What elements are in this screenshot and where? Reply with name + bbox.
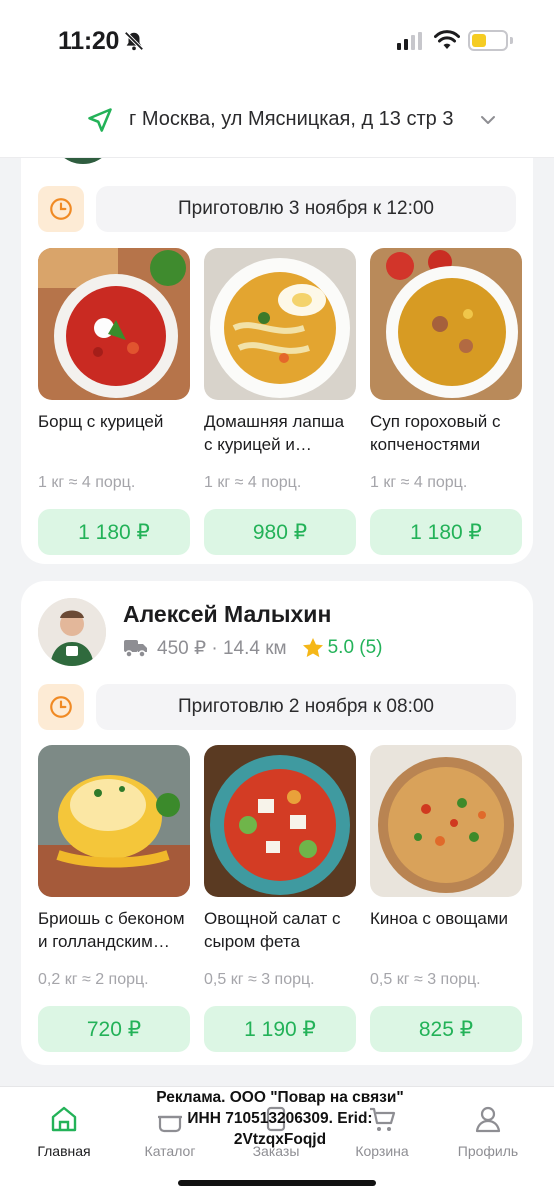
dish-image[interactable]	[370, 745, 522, 897]
dish-card[interactable]: Бриошь с беконом и голландским… 0,2 кг ≈…	[38, 745, 190, 1052]
price-button[interactable]: 1 180 ₽	[370, 509, 522, 555]
ad-line: 2VtzqxFoqjd	[233, 1131, 327, 1148]
dish-name: Киноа с овощами	[370, 909, 509, 928]
dish-name: Суп гороховый с копченостями	[370, 412, 501, 454]
home-indicator	[178, 1180, 376, 1186]
delivery-info: 450 ₽ · 14.4 км	[157, 637, 287, 659]
price-button[interactable]: 1 190 ₽	[204, 1006, 356, 1052]
chef-card[interactable]: Приготовлю 3 ноября к 12:00 Борщ с куриц…	[21, 158, 533, 564]
dish-weight: 1 кг ≈ 4 порц.	[370, 474, 468, 491]
dish-name: Борщ с курицей	[38, 412, 164, 431]
dish-image[interactable]	[204, 745, 356, 897]
dish-name: Домашняя лапша с курицей и…	[204, 412, 345, 454]
dish-image[interactable]	[370, 248, 522, 400]
bell-off-icon	[124, 31, 144, 51]
status-bar: 11:20	[0, 0, 554, 80]
ad-disclaimer: Реклама. ООО "Повар на связи" ИНН 710513…	[130, 1087, 430, 1150]
dish-weight: 0,2 кг ≈ 2 порц.	[38, 971, 149, 988]
tab-home[interactable]: Главная	[14, 1103, 114, 1159]
tab-profile[interactable]: Профиль	[438, 1103, 538, 1159]
ad-line: ИНН 710513206309. Erid:	[187, 1110, 373, 1127]
dish-name: Бриошь с беконом и голландским…	[38, 909, 185, 951]
ready-time-text: Приготовлю 3 ноября к 12:00	[96, 186, 516, 232]
tab-label: Профиль	[457, 1143, 519, 1159]
dish-image[interactable]	[204, 248, 356, 400]
battery-icon	[468, 30, 508, 51]
chef-feed[interactable]: Приготовлю 3 ноября к 12:00 Борщ с куриц…	[0, 158, 554, 1086]
ready-time-text: Приготовлю 2 ноября к 08:00	[96, 684, 516, 730]
chef-name[interactable]: Алексей Малыхин	[123, 601, 331, 628]
ready-time-row: Приготовлю 2 ноября к 08:00	[38, 684, 516, 730]
address-text: г Москва, ул Мясницкая, д 13 стр 3	[129, 108, 454, 130]
chef-avatar[interactable]	[38, 598, 106, 666]
dish-name: Овощной салат с сыром фета	[204, 909, 341, 951]
ready-time-row: Приготовлю 3 ноября к 12:00	[38, 186, 516, 232]
status-time: 11:20	[58, 27, 120, 55]
chef-card[interactable]: Алексей Малыхин 450 ₽ · 14.4 км 5.0 (5)	[21, 581, 533, 1065]
dish-card[interactable]: Киноа с овощами 0,5 кг ≈ 3 порц. 825 ₽	[370, 745, 522, 1052]
dish-image[interactable]	[38, 745, 190, 897]
cellular-signal-icon	[397, 32, 422, 50]
dish-image[interactable]	[38, 248, 190, 400]
dish-carousel[interactable]: Бриошь с беконом и голландским… 0,2 кг ≈…	[38, 745, 533, 1065]
clock-icon-box	[38, 186, 84, 232]
price-button[interactable]: 1 180 ₽	[38, 509, 190, 555]
dish-card[interactable]: Борщ с курицей 1 кг ≈ 4 порц. 1 180 ₽	[38, 248, 190, 555]
profile-icon	[475, 1106, 501, 1133]
price-button[interactable]: 720 ₽	[38, 1006, 190, 1052]
ad-line: Реклама. ООО "Повар на связи"	[156, 1089, 404, 1106]
star-icon	[302, 638, 323, 658]
dish-carousel[interactable]: Борщ с курицей 1 кг ≈ 4 порц. 1 180 ₽ До…	[38, 248, 533, 568]
clock-icon	[50, 198, 72, 220]
tab-label: Главная	[37, 1143, 91, 1159]
home-icon	[51, 1106, 77, 1132]
dish-weight: 1 кг ≈ 4 порц.	[38, 474, 136, 491]
chef-rating[interactable]: 5.0 (5)	[328, 637, 383, 659]
address-selector[interactable]: г Москва, ул Мясницкая, д 13 стр 3	[0, 80, 554, 158]
price-button[interactable]: 980 ₽	[204, 509, 356, 555]
clock-icon-box	[38, 684, 84, 730]
price-button[interactable]: 825 ₽	[370, 1006, 522, 1052]
delivery-truck-icon	[124, 640, 147, 658]
wifi-icon	[434, 30, 460, 49]
dish-weight: 0,5 кг ≈ 3 порц.	[370, 971, 481, 988]
dish-card[interactable]: Суп гороховый с копченостями 1 кг ≈ 4 по…	[370, 248, 522, 555]
dish-weight: 1 кг ≈ 4 порц.	[204, 474, 302, 491]
dish-card[interactable]: Овощной салат с сыром фета 0,5 кг ≈ 3 по…	[204, 745, 356, 1052]
chef-meta: 450 ₽ · 14.4 км 5.0 (5)	[123, 636, 383, 660]
dish-card[interactable]: Домашняя лапша с курицей и… 1 кг ≈ 4 пор…	[204, 248, 356, 555]
dish-weight: 0,5 кг ≈ 3 порц.	[204, 971, 315, 988]
chevron-down-icon[interactable]	[478, 110, 498, 130]
clock-icon	[50, 696, 72, 718]
chef-avatar[interactable]	[51, 158, 115, 164]
navigation-arrow-icon	[88, 108, 112, 132]
